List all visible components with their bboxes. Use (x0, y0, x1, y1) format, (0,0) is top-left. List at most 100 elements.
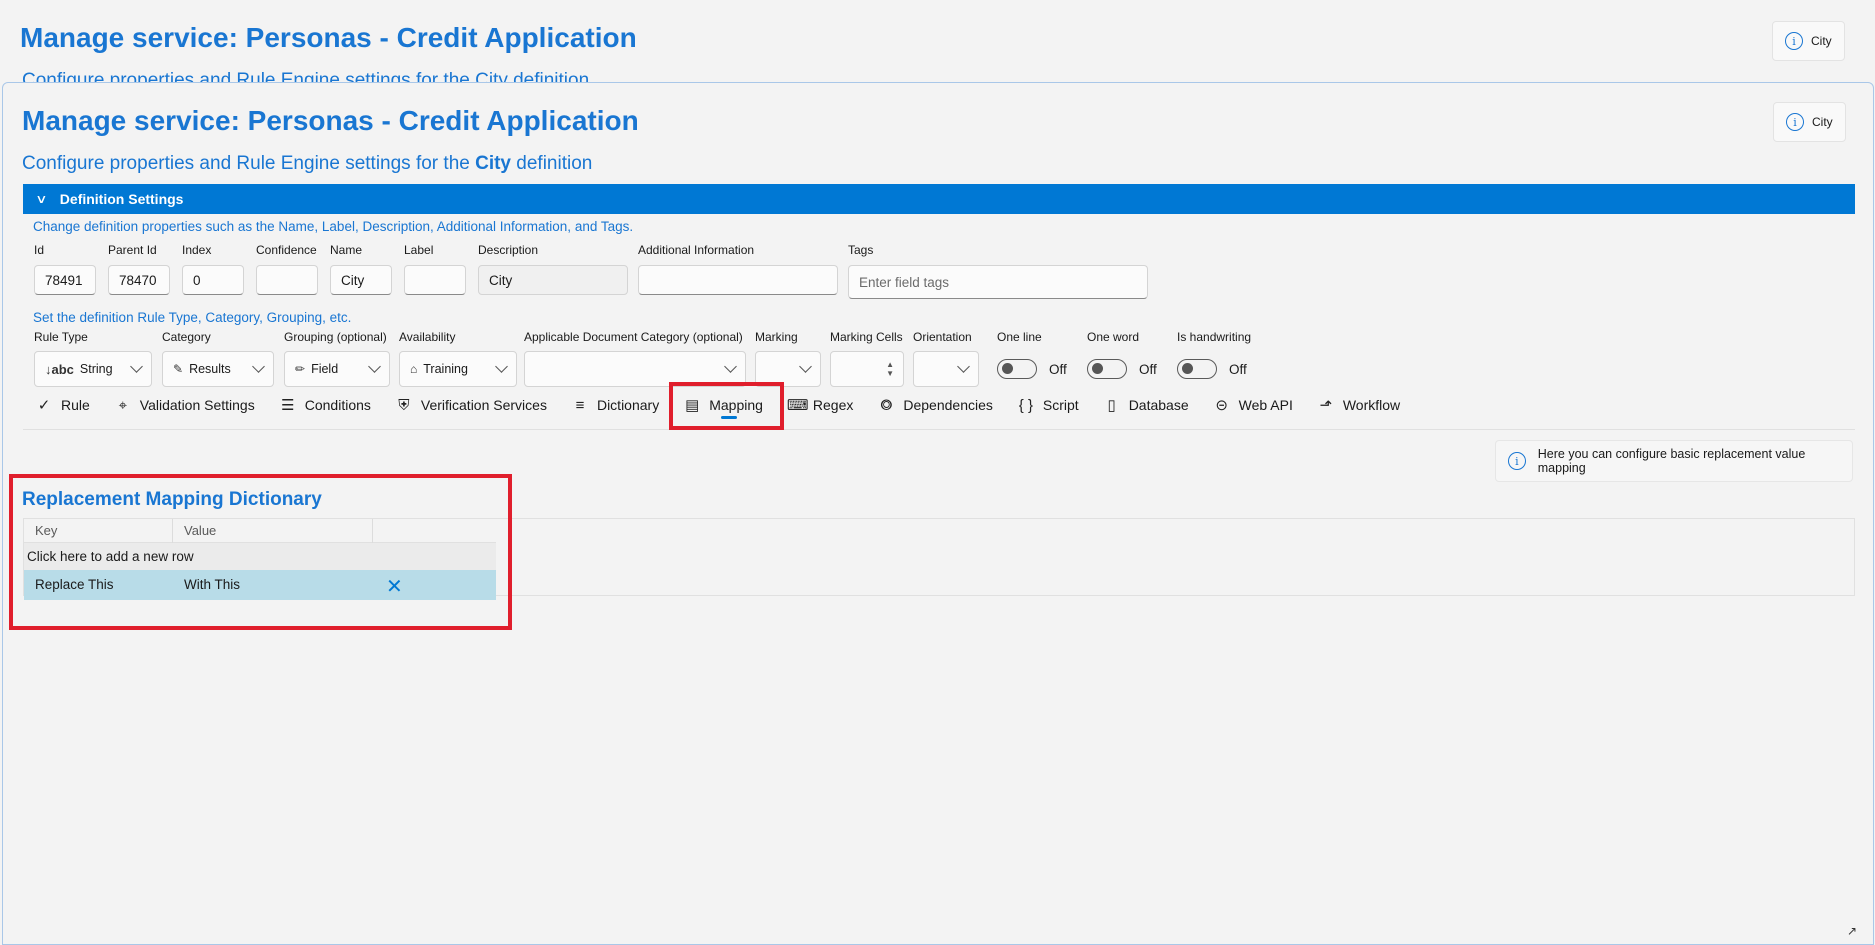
tab-verification-services[interactable]: ⛨ Verification Services (383, 385, 559, 425)
description-field[interactable]: City (478, 265, 628, 295)
marking-cells-label: Marking Cells (830, 330, 903, 344)
additional-info-field[interactable] (638, 265, 838, 295)
tab-regex[interactable]: ⌨ Regex (775, 385, 865, 425)
chevron-down-icon (799, 360, 812, 373)
check-icon: ✓ (37, 397, 51, 414)
tab-script[interactable]: { } Script (1005, 385, 1091, 425)
grouping-label: Grouping (optional) (284, 330, 387, 344)
toggle-switch-icon (1177, 359, 1217, 379)
tab-workflow[interactable]: ⬏ Workflow (1305, 385, 1412, 425)
tab-validation-settings[interactable]: ⌖ Validation Settings (102, 385, 267, 425)
grouping-value: Field (311, 362, 339, 376)
tab-database[interactable]: ▯ Database (1091, 385, 1201, 425)
background-info-label: City (1811, 34, 1832, 48)
one-word-toggle[interactable]: Off (1087, 359, 1157, 379)
tab-conditions[interactable]: ☰ Conditions (267, 385, 383, 425)
background-window: Manage service: Personas - Credit Applic… (0, 0, 1875, 82)
category-label: Category (162, 330, 211, 344)
grouping-select[interactable]: ✏ Field (284, 351, 390, 387)
id-field[interactable]: 78491 (34, 265, 96, 295)
availability-value: Training (423, 362, 468, 376)
one-line-state: Off (1049, 361, 1067, 377)
tab-label: Script (1042, 397, 1079, 413)
handwriting-state: Off (1229, 361, 1247, 377)
chevron-down-icon (495, 360, 508, 373)
tab-rule[interactable]: ✓ Rule (23, 385, 102, 425)
chevron-down-icon (957, 360, 970, 373)
tags-input[interactable]: Enter field tags (848, 265, 1148, 299)
validation-icon: ⌖ (118, 396, 128, 414)
definition-settings-label: Definition Settings (59, 191, 184, 207)
tab-label: Validation Settings (139, 397, 255, 413)
sort-abc-icon: ↓abc (45, 361, 74, 377)
info-icon: i (1785, 32, 1803, 50)
braces-icon: { } (1018, 396, 1033, 414)
workflow-icon: ⬏ (1319, 397, 1333, 414)
handwriting-toggle[interactable]: Off (1177, 359, 1247, 379)
definition-info-button[interactable]: i City (1773, 102, 1846, 142)
info-icon: i (1508, 452, 1526, 470)
tab-label: Dependencies (903, 397, 993, 413)
orientation-select[interactable] (913, 351, 979, 387)
properties-hint: Change definition properties such as the… (33, 219, 634, 234)
definition-info-label: City (1812, 115, 1833, 129)
rules-hint: Set the definition Rule Type, Category, … (33, 310, 352, 325)
tab-label: Conditions (304, 397, 371, 413)
shield-icon: ⛨ (398, 396, 410, 414)
description-label: Description (478, 243, 539, 257)
subtitle-definition-name: City (475, 153, 512, 174)
background-page-title: Manage service: Personas - Credit Applic… (20, 22, 637, 53)
tab-label: Dictionary (596, 397, 660, 413)
marking-cells-stepper[interactable]: ▲ ▼ (830, 351, 904, 387)
name-field[interactable]: City (330, 265, 392, 295)
background-page-subtitle: Configure properties and Rule Engine set… (22, 70, 590, 82)
background-info-button[interactable]: i City (1772, 21, 1845, 61)
availability-select[interactable]: ⌂ Training (399, 351, 517, 387)
regex-icon: ⌨ (786, 397, 809, 414)
tab-label: Verification Services (420, 397, 547, 413)
tab-label: Database (1128, 397, 1189, 413)
pen-icon: ✎ (173, 362, 184, 376)
category-value: Results (189, 362, 231, 376)
page-title: Manage service: Personas - Credit Applic… (22, 105, 639, 136)
dependencies-icon: ⭗ (880, 396, 893, 414)
web-api-icon: ⊝ (1215, 397, 1228, 414)
tags-label: Tags (848, 243, 874, 257)
conditions-list-icon: ☰ (281, 397, 295, 414)
parent-id-field[interactable]: 78470 (108, 265, 170, 295)
spin-updown-icon[interactable]: ▲ ▼ (886, 360, 894, 378)
marking-label: Marking (755, 330, 798, 344)
chevron-down-icon: ∨ (35, 192, 48, 206)
tab-label: Workflow (1342, 397, 1401, 413)
chevron-down-icon (368, 360, 381, 373)
index-field[interactable]: 0 (182, 265, 244, 295)
label-field[interactable] (404, 265, 466, 295)
one-line-toggle[interactable]: Off (997, 359, 1067, 379)
tab-label: Rule (61, 397, 90, 413)
toggle-switch-icon (1087, 359, 1127, 379)
tab-dictionary[interactable]: ≡ Dictionary (559, 385, 671, 425)
chevron-down-icon (724, 360, 737, 373)
name-label: Name (330, 243, 363, 257)
confidence-label: Confidence (256, 243, 317, 257)
list-icon: ≡ (575, 396, 585, 414)
rule-type-select[interactable]: ↓abc String (34, 351, 152, 387)
definition-settings-header[interactable]: ∨ Definition Settings (23, 184, 1855, 214)
category-select[interactable]: ✎ Results (162, 351, 274, 387)
orientation-label: Orientation (913, 330, 972, 344)
index-label: Index (182, 243, 212, 257)
one-word-label: One word (1087, 330, 1140, 344)
tab-dependencies[interactable]: ⭗ Dependencies (865, 385, 1005, 425)
confidence-field[interactable] (256, 265, 318, 295)
id-label: Id (34, 243, 45, 257)
subtitle-suffix: definition (511, 153, 593, 174)
tab-web-api[interactable]: ⊝ Web API (1201, 385, 1305, 425)
tab-label: Web API (1238, 397, 1293, 413)
toggle-switch-icon (997, 359, 1037, 379)
mapping-info-bar: i Here you can configure basic replaceme… (1495, 440, 1853, 482)
page-subtitle: Configure properties and Rule Engine set… (22, 153, 592, 175)
one-word-state: Off (1139, 361, 1157, 377)
popout-icon[interactable]: ↗ (1847, 924, 1857, 938)
mapping-dictionary-highlight (9, 474, 512, 630)
tab-label: Regex (812, 397, 854, 413)
